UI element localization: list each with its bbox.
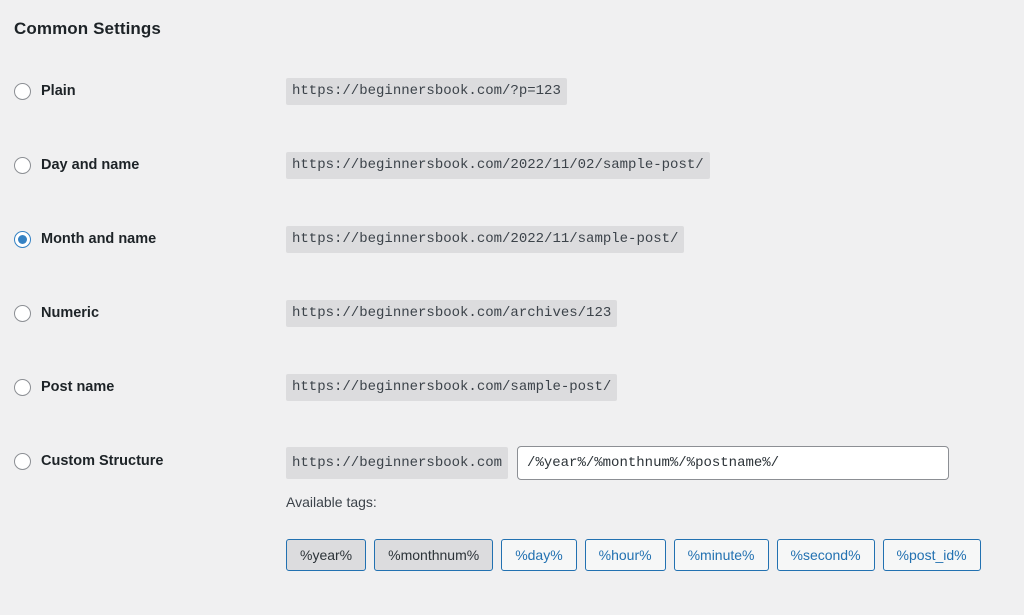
table-row: Plain https://beginnersbook.com/?p=123 bbox=[0, 76, 1024, 150]
available-tags-list: %year% %monthnum% %day% %hour% %minute% … bbox=[286, 539, 981, 571]
table-row: Day and name https://beginnersbook.com/2… bbox=[0, 150, 1024, 224]
example-url: https://beginnersbook.com/?p=123 bbox=[286, 77, 567, 105]
site-url-prefix: https://beginnersbook.com bbox=[286, 447, 509, 479]
radio-icon[interactable] bbox=[14, 378, 31, 396]
option-label-cell: Plain bbox=[0, 76, 286, 150]
common-settings-table: Plain https://beginnersbook.com/?p=123 D… bbox=[0, 76, 1024, 520]
example-url-row: https://beginnersbook.com/?p=123 bbox=[286, 76, 1024, 106]
example-url: https://beginnersbook.com/2022/11/02/sam… bbox=[286, 151, 710, 179]
option-example-cell: https://beginnersbook.com/sample-post/ bbox=[286, 372, 1024, 446]
custom-structure-input[interactable] bbox=[517, 446, 950, 480]
radio-icon[interactable] bbox=[14, 304, 31, 322]
radio-option-month-and-name[interactable]: Month and name bbox=[0, 224, 286, 254]
option-example-cell: https://beginnersbook.com/?p=123 bbox=[286, 76, 1024, 150]
option-example-cell: https://beginnersbook.com/2022/11/sample… bbox=[286, 224, 1024, 298]
tag-button-minute[interactable]: %minute% bbox=[673, 539, 769, 571]
custom-structure-row: https://beginnersbook.com bbox=[286, 446, 1024, 480]
radio-icon[interactable] bbox=[14, 452, 31, 470]
example-url-row: https://beginnersbook.com/archives/123 bbox=[286, 298, 1024, 328]
example-url-row: https://beginnersbook.com/2022/11/02/sam… bbox=[286, 150, 1024, 180]
radio-icon[interactable] bbox=[14, 156, 31, 174]
option-label-cell: Custom Structure bbox=[0, 446, 286, 520]
option-example-cell: https://beginnersbook.com/2022/11/02/sam… bbox=[286, 150, 1024, 224]
radio-option-plain[interactable]: Plain bbox=[0, 76, 286, 106]
option-label-cell: Day and name bbox=[0, 150, 286, 224]
radio-icon-selected[interactable] bbox=[14, 230, 31, 248]
permalink-settings-page: Common Settings Plain https://beginnersb… bbox=[0, 0, 1024, 615]
radio-label: Day and name bbox=[41, 157, 140, 173]
example-url: https://beginnersbook.com/2022/11/sample… bbox=[286, 225, 685, 253]
option-label-cell: Numeric bbox=[0, 298, 286, 372]
table-row: Post name https://beginnersbook.com/samp… bbox=[0, 372, 1024, 446]
option-example-cell: https://beginnersbook.com/archives/123 bbox=[286, 298, 1024, 372]
radio-label: Plain bbox=[41, 83, 76, 99]
tag-button-post-id[interactable]: %post_id% bbox=[882, 539, 981, 571]
example-url: https://beginnersbook.com/archives/123 bbox=[286, 299, 618, 327]
available-tags-label: Available tags: bbox=[286, 494, 377, 510]
example-url-row: https://beginnersbook.com/sample-post/ bbox=[286, 372, 1024, 402]
radio-icon[interactable] bbox=[14, 82, 31, 100]
radio-label: Post name bbox=[41, 379, 115, 395]
example-url: https://beginnersbook.com/sample-post/ bbox=[286, 373, 618, 401]
option-label-cell: Post name bbox=[0, 372, 286, 446]
radio-label: Month and name bbox=[41, 231, 157, 247]
radio-option-numeric[interactable]: Numeric bbox=[0, 298, 286, 328]
table-row: Numeric https://beginnersbook.com/archiv… bbox=[0, 298, 1024, 372]
tag-button-year[interactable]: %year% bbox=[286, 539, 367, 571]
tag-button-day[interactable]: %day% bbox=[501, 539, 577, 571]
radio-label: Custom Structure bbox=[41, 453, 164, 469]
radio-option-custom-structure[interactable]: Custom Structure bbox=[0, 446, 286, 476]
option-label-cell: Month and name bbox=[0, 224, 286, 298]
tag-button-second[interactable]: %second% bbox=[776, 539, 875, 571]
table-row: Month and name https://beginnersbook.com… bbox=[0, 224, 1024, 298]
table-row-custom-structure: Custom Structure https://beginnersbook.c… bbox=[0, 446, 1024, 520]
radio-option-post-name[interactable]: Post name bbox=[0, 372, 286, 402]
tag-button-hour[interactable]: %hour% bbox=[584, 539, 666, 571]
tag-button-monthnum[interactable]: %monthnum% bbox=[374, 539, 494, 571]
page-title: Common Settings bbox=[14, 19, 161, 38]
radio-option-day-and-name[interactable]: Day and name bbox=[0, 150, 286, 180]
example-url-row: https://beginnersbook.com/2022/11/sample… bbox=[286, 224, 1024, 254]
radio-label: Numeric bbox=[41, 305, 100, 321]
custom-structure-cell: https://beginnersbook.com Available tags… bbox=[286, 446, 1024, 520]
